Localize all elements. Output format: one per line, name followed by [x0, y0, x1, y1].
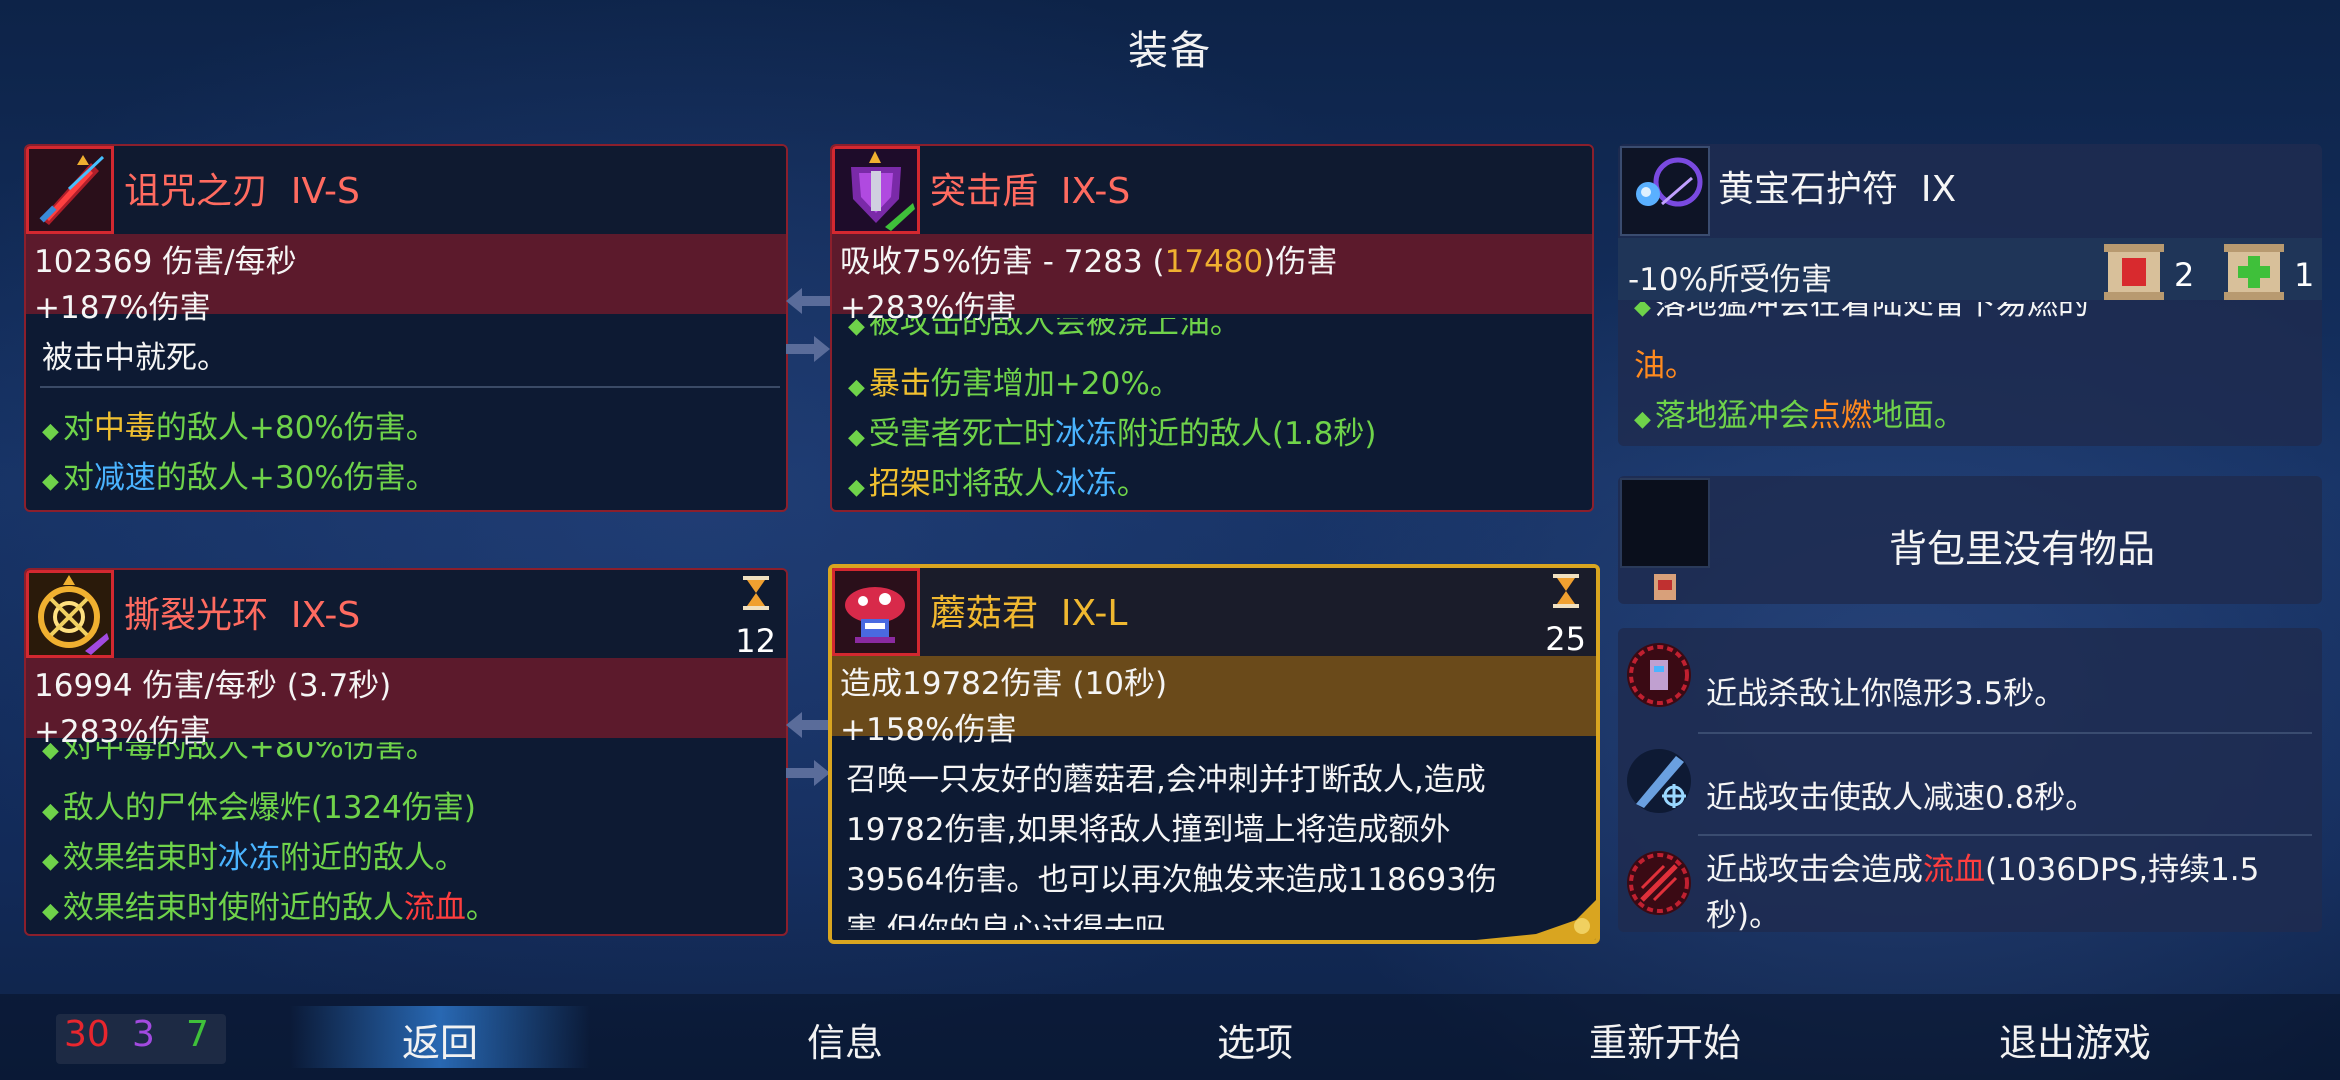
cooldown-seconds: 12	[735, 622, 776, 660]
skill-slot-2[interactable]: 蘑菇君 IX-L 25 造成19782伤害 (10秒) +158%伤害 召唤一只…	[828, 564, 1600, 944]
item-absorb: 吸收75%伤害 - 7283 (17480)伤害	[840, 244, 1338, 280]
backpack-icon	[1654, 574, 1676, 600]
options-button[interactable]: 选项	[1130, 1012, 1380, 1067]
item-name: 黄宝石护符 IX	[1718, 169, 1957, 210]
item-bonus: +187%伤害	[34, 290, 211, 326]
affix-line: ◆ 对减速的敌人+30%伤害。	[42, 460, 437, 496]
affix-line: 油。	[1634, 348, 1696, 384]
item-name: 突击盾 IX-S	[930, 171, 1131, 212]
affix-line: ◆ 效果结束时冰冻附近的敌人。	[42, 840, 466, 876]
affix-line-clipped: ◆落地猛冲会在着陆处留下易燃的	[1634, 302, 2089, 318]
tactics-stat: 3	[132, 1014, 155, 1055]
affix-line: ◆ 对中毒的敌人+80%伤害。	[42, 410, 437, 446]
swap-right-arrow-icon[interactable]	[786, 760, 830, 786]
cooldown-indicator: 12	[735, 576, 776, 660]
scroll-count: 1	[2294, 256, 2315, 294]
hourglass-icon	[742, 576, 769, 610]
item-bonus: +158%伤害	[840, 712, 1017, 748]
swap-right-arrow-icon[interactable]	[786, 336, 830, 362]
affix-line-clipped: ◆ 被攻击的敌人会被浇上油。	[848, 318, 1241, 340]
hourglass-icon	[1552, 574, 1579, 608]
item-name: 诅咒之刃 IV-S	[124, 171, 360, 212]
amulet-slot[interactable]: 黄宝石护符 IX -10%所受伤害 2 1 ◆落地猛冲会在着陆处留下易燃的 油。…	[1618, 144, 2322, 446]
divider	[1698, 732, 2312, 734]
page-title: 装备	[1128, 28, 1212, 74]
item-damage: 造成19782伤害 (10秒)	[840, 666, 1168, 702]
cooldown-seconds: 25	[1545, 620, 1586, 658]
item-dps: 16994 伤害/每秒 (3.7秒)	[34, 668, 392, 704]
affix-line: ◆ 招架时将敌人冰冻。	[848, 466, 1148, 502]
item-dps: 102369 伤害/每秒	[34, 244, 297, 280]
topaz-amulet-icon	[1620, 146, 1710, 236]
backpack-empty-text: 背包里没有物品	[1888, 527, 2155, 571]
brutality-stat: 30	[64, 1014, 110, 1055]
bleed-mutation-icon	[1627, 851, 1691, 915]
info-button[interactable]: 信息	[720, 1012, 970, 1067]
survival-stat: 7	[186, 1014, 209, 1055]
invisibility-mutation-icon	[1627, 643, 1691, 707]
affix-line: ◆ 暴击伤害增加+20%。	[848, 366, 1181, 402]
item-stat: -10%所受伤害	[1628, 262, 1833, 298]
mutation-row[interactable]: 近战攻击会造成流血(1036DPS,持续1.5 秒)。	[1624, 838, 2316, 934]
affix-line-clipped: ◆ 对中毒的敌人+80%伤害。	[42, 742, 437, 764]
item-name: 撕裂光环 IX-S	[124, 595, 361, 636]
backpack-slot[interactable]: 背包里没有物品	[1618, 476, 2322, 604]
cursed-sword-icon	[26, 146, 114, 234]
mutation-row[interactable]: 近战杀敌让你隐形3.5秒。	[1624, 630, 2316, 726]
mushroom-boi-icon	[832, 568, 920, 656]
back-button[interactable]: 返回	[290, 1012, 590, 1067]
affix-line: ◆ 敌人的尸体会爆炸(1324伤害)	[42, 790, 477, 826]
mutations-panel: 近战杀敌让你隐形3.5秒。 近战攻击使敌人减速0.8秒。 近战攻击会造成流血(1…	[1618, 628, 2322, 934]
quit-button[interactable]: 退出游戏	[1950, 1012, 2200, 1067]
slow-mutation-icon	[1627, 749, 1691, 813]
mutation-row[interactable]: 近战攻击使敌人减速0.8秒。	[1624, 736, 2316, 832]
swap-left-arrow-icon[interactable]	[786, 288, 830, 314]
legendary-ornament	[1476, 900, 1596, 940]
empty-item-slot	[1620, 478, 1710, 568]
item-description: 被击中就死。	[42, 340, 228, 376]
divider	[40, 386, 780, 388]
swap-left-arrow-icon[interactable]	[786, 712, 830, 738]
affix-line: ◆ 受害者死亡时冰冻附近的敌人(1.8秒)	[848, 416, 1377, 452]
affix-line: ◆ 落地猛冲会点燃地面。	[1634, 398, 1965, 434]
survival-scroll-icon	[2224, 244, 2284, 300]
divider	[1698, 834, 2312, 836]
skill-slot-1[interactable]: 撕裂光环 IX-S 12 16994 伤害/每秒 (3.7秒) +283%伤害 …	[24, 568, 788, 936]
item-description: 召唤一只友好的蘑菇君,会冲刺并打断敌人,造成 19782伤害,如果将敌人撞到墙上…	[846, 762, 1497, 930]
shield-icon	[832, 146, 920, 234]
affix-line: ◆ 效果结束时使附近的敌人流血。	[42, 890, 497, 926]
restart-button[interactable]: 重新开始	[1540, 1012, 1790, 1067]
weapon-slot-1[interactable]: 诅咒之刃 IV-S 102369 伤害/每秒 +187%伤害 被击中就死。 ◆ 对…	[24, 144, 788, 512]
cooldown-indicator: 25	[1545, 574, 1586, 658]
ripping-aura-icon	[26, 570, 114, 658]
brutality-scroll-icon	[2104, 244, 2164, 300]
scroll-count: 2	[2174, 256, 2195, 294]
item-name: 蘑菇君 IX-L	[930, 593, 1128, 634]
weapon-slot-2[interactable]: 突击盾 IX-S 吸收75%伤害 - 7283 (17480)伤害 +283%伤…	[830, 144, 1594, 512]
